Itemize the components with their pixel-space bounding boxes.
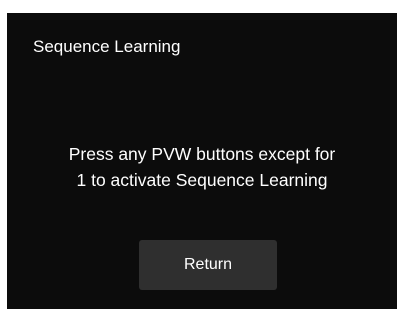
dialog-title: Sequence Learning	[33, 37, 181, 56]
return-button[interactable]: Return	[139, 240, 277, 290]
sequence-learning-dialog: Sequence Learning Press any PVW buttons …	[7, 13, 397, 309]
dialog-message: Press any PVW buttons except for 1 to ac…	[7, 141, 397, 193]
dialog-message-line-2: 1 to activate Sequence Learning	[76, 170, 328, 190]
dialog-message-line-1: Press any PVW buttons except for	[68, 144, 336, 164]
